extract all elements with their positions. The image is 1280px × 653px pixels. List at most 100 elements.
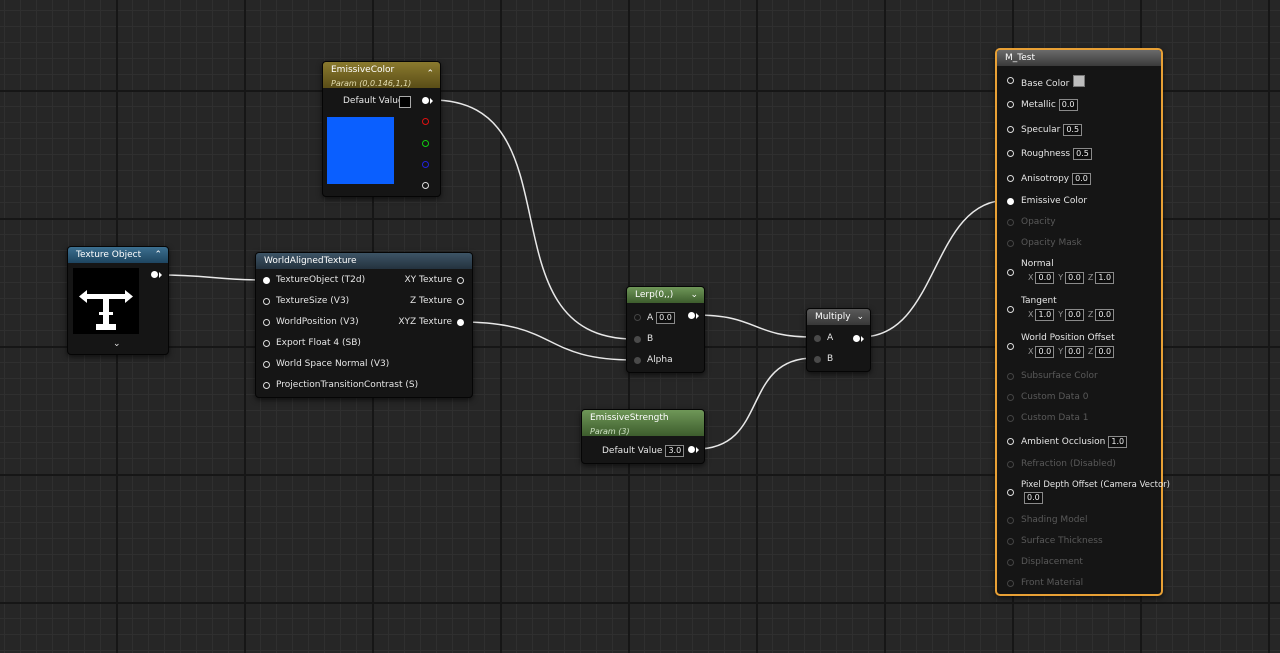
metallic-row: Metallic 0.0	[1021, 99, 1078, 111]
anisotropy-value-field[interactable]: 0.0	[1072, 173, 1091, 185]
wpo-x-field[interactable]: 0.0	[1035, 346, 1055, 358]
emissive-color-pin[interactable]	[1007, 198, 1014, 205]
lerp-input-a-pin[interactable]	[634, 314, 641, 321]
collapse-chevron-icon[interactable]: ⌃	[154, 247, 162, 263]
custom-data0-pin[interactable]	[1007, 394, 1014, 401]
default-value-field[interactable]: 3.0	[665, 445, 685, 457]
ao-pin[interactable]	[1007, 438, 1014, 445]
shading-model-pin[interactable]	[1007, 517, 1014, 524]
input-export-float4: Export Float 4 (SB)	[276, 338, 361, 348]
collapse-chevron-icon[interactable]: ⌄	[856, 309, 864, 325]
roughness-pin[interactable]	[1007, 150, 1014, 157]
world-aligned-texture-node[interactable]: WorldAlignedTexture TextureObject (T2d) …	[255, 252, 473, 398]
normal-z-field[interactable]: 1.0	[1095, 272, 1115, 284]
pdo-value-field[interactable]: 0.0	[1024, 492, 1043, 504]
surface-thickness-pin[interactable]	[1007, 538, 1014, 545]
output-xy-texture: XY Texture	[404, 275, 452, 285]
tangent-y-field[interactable]: 0.0	[1065, 309, 1084, 321]
multiply-input-a-pin[interactable]	[814, 335, 821, 342]
anisotropy-pin[interactable]	[1007, 175, 1014, 182]
subsurface-pin[interactable]	[1007, 373, 1014, 380]
texture-object-node[interactable]: Texture Object ⌃ ⌄	[67, 246, 169, 355]
emissive-strength-subtitle: Param (3)	[590, 427, 630, 436]
input-pin[interactable]	[263, 340, 270, 347]
green-output-pin[interactable]	[422, 140, 429, 147]
blue-output-pin[interactable]	[422, 161, 429, 168]
displacement-label: Displacement	[1021, 557, 1083, 567]
lerp-a-value-field[interactable]: 0.0	[656, 312, 675, 324]
tangent-label: Tangent	[1021, 296, 1057, 306]
displacement-pin[interactable]	[1007, 559, 1014, 566]
default-value-swatch[interactable]	[399, 96, 411, 108]
wpo-z-field[interactable]: 0.0	[1095, 346, 1115, 358]
tangent-z-field[interactable]: 0.0	[1095, 309, 1115, 321]
expand-chevron-icon[interactable]: ⌄	[113, 339, 121, 349]
pdo-value-row: 0.0	[1021, 492, 1043, 504]
material-result-node[interactable]: M_Test Base Color Metallic 0.0 Specular 0.…	[995, 48, 1170, 596]
refraction-pin[interactable]	[1007, 461, 1014, 468]
input-pin[interactable]	[263, 382, 270, 389]
input-texture-object: TextureObject (T2d)	[276, 275, 366, 285]
red-output-pin[interactable]	[422, 118, 429, 125]
lerp-input-b-pin[interactable]	[634, 336, 641, 343]
base-color-row: Base Color	[1021, 75, 1086, 89]
multiply-input-b: B	[827, 354, 834, 364]
ao-value-field[interactable]: 1.0	[1108, 436, 1128, 448]
wpo-pin[interactable]	[1007, 343, 1014, 350]
opacity-mask-pin[interactable]	[1007, 240, 1014, 247]
metallic-pin[interactable]	[1007, 101, 1014, 108]
input-pin[interactable]	[263, 319, 270, 326]
base-color-pin[interactable]	[1007, 77, 1014, 84]
input-pin[interactable]	[263, 361, 270, 368]
output-pin[interactable]	[457, 277, 464, 284]
lerp-header[interactable]: Lerp(0,,) ⌄	[627, 287, 704, 303]
material-result-header[interactable]: M_Test	[997, 50, 1161, 66]
pdo-pin[interactable]	[1007, 489, 1014, 496]
normal-x-field[interactable]: 0.0	[1035, 272, 1055, 284]
t-arrows-texture-icon	[73, 268, 139, 334]
emissive-strength-node[interactable]: EmissiveStrength Param (3) Default Value…	[581, 409, 705, 464]
input-pin[interactable]	[263, 277, 270, 284]
emissive-strength-header[interactable]: EmissiveStrength Param (3)	[582, 410, 704, 436]
rgba-output-pin[interactable]	[422, 97, 429, 104]
custom-data1-pin[interactable]	[1007, 415, 1014, 422]
output-z-texture: Z Texture	[410, 296, 452, 306]
opacity-pin[interactable]	[1007, 219, 1014, 226]
wire-strength-to-multiply-b	[695, 357, 815, 450]
wire-xyz-to-lerp-alpha	[460, 321, 635, 361]
output-pin[interactable]	[457, 298, 464, 305]
wpo-y-field[interactable]: 0.0	[1065, 346, 1084, 358]
lerp-output-pin[interactable]	[688, 312, 695, 319]
front-material-pin[interactable]	[1007, 580, 1014, 587]
normal-y-field[interactable]: 0.0	[1065, 272, 1084, 284]
lerp-input-alpha-pin[interactable]	[634, 357, 641, 364]
front-material-label: Front Material	[1021, 578, 1084, 588]
tangent-x-field[interactable]: 1.0	[1035, 309, 1055, 321]
texture-output-pin[interactable]	[151, 271, 158, 278]
world-aligned-header[interactable]: WorldAlignedTexture	[256, 253, 472, 269]
wire-lerp-to-multiply-a	[694, 314, 815, 338]
normal-pin[interactable]	[1007, 269, 1014, 276]
multiply-input-b-pin[interactable]	[814, 356, 821, 363]
input-pin[interactable]	[263, 298, 270, 305]
output-pin[interactable]	[457, 319, 464, 326]
multiply-node[interactable]: Multiply ⌄ A B	[806, 308, 871, 372]
roughness-value-field[interactable]: 0.5	[1073, 148, 1092, 160]
alpha-output-pin[interactable]	[422, 182, 429, 189]
specular-value-field[interactable]: 0.5	[1063, 124, 1083, 136]
multiply-output-pin[interactable]	[853, 335, 860, 342]
tangent-pin[interactable]	[1007, 306, 1014, 313]
collapse-chevron-icon[interactable]: ⌃	[426, 68, 434, 81]
emissive-color-node[interactable]: EmissiveColor Param (0,0.146,1,1) ⌃ Defa…	[322, 61, 441, 197]
lerp-node[interactable]: Lerp(0,,) ⌄ A 0.0 B Alpha	[626, 286, 705, 373]
emissive-color-header[interactable]: EmissiveColor Param (0,0.146,1,1) ⌃	[323, 62, 440, 88]
strength-output-pin[interactable]	[688, 446, 695, 453]
collapse-chevron-icon[interactable]: ⌄	[690, 287, 698, 303]
specular-pin[interactable]	[1007, 126, 1014, 133]
roughness-row: Roughness 0.5	[1021, 148, 1092, 160]
metallic-value-field[interactable]: 0.0	[1058, 99, 1078, 111]
multiply-header[interactable]: Multiply ⌄	[807, 309, 870, 325]
texture-object-header[interactable]: Texture Object ⌃	[68, 247, 168, 263]
output-arrow-icon	[696, 312, 699, 319]
base-color-swatch[interactable]	[1073, 75, 1086, 87]
